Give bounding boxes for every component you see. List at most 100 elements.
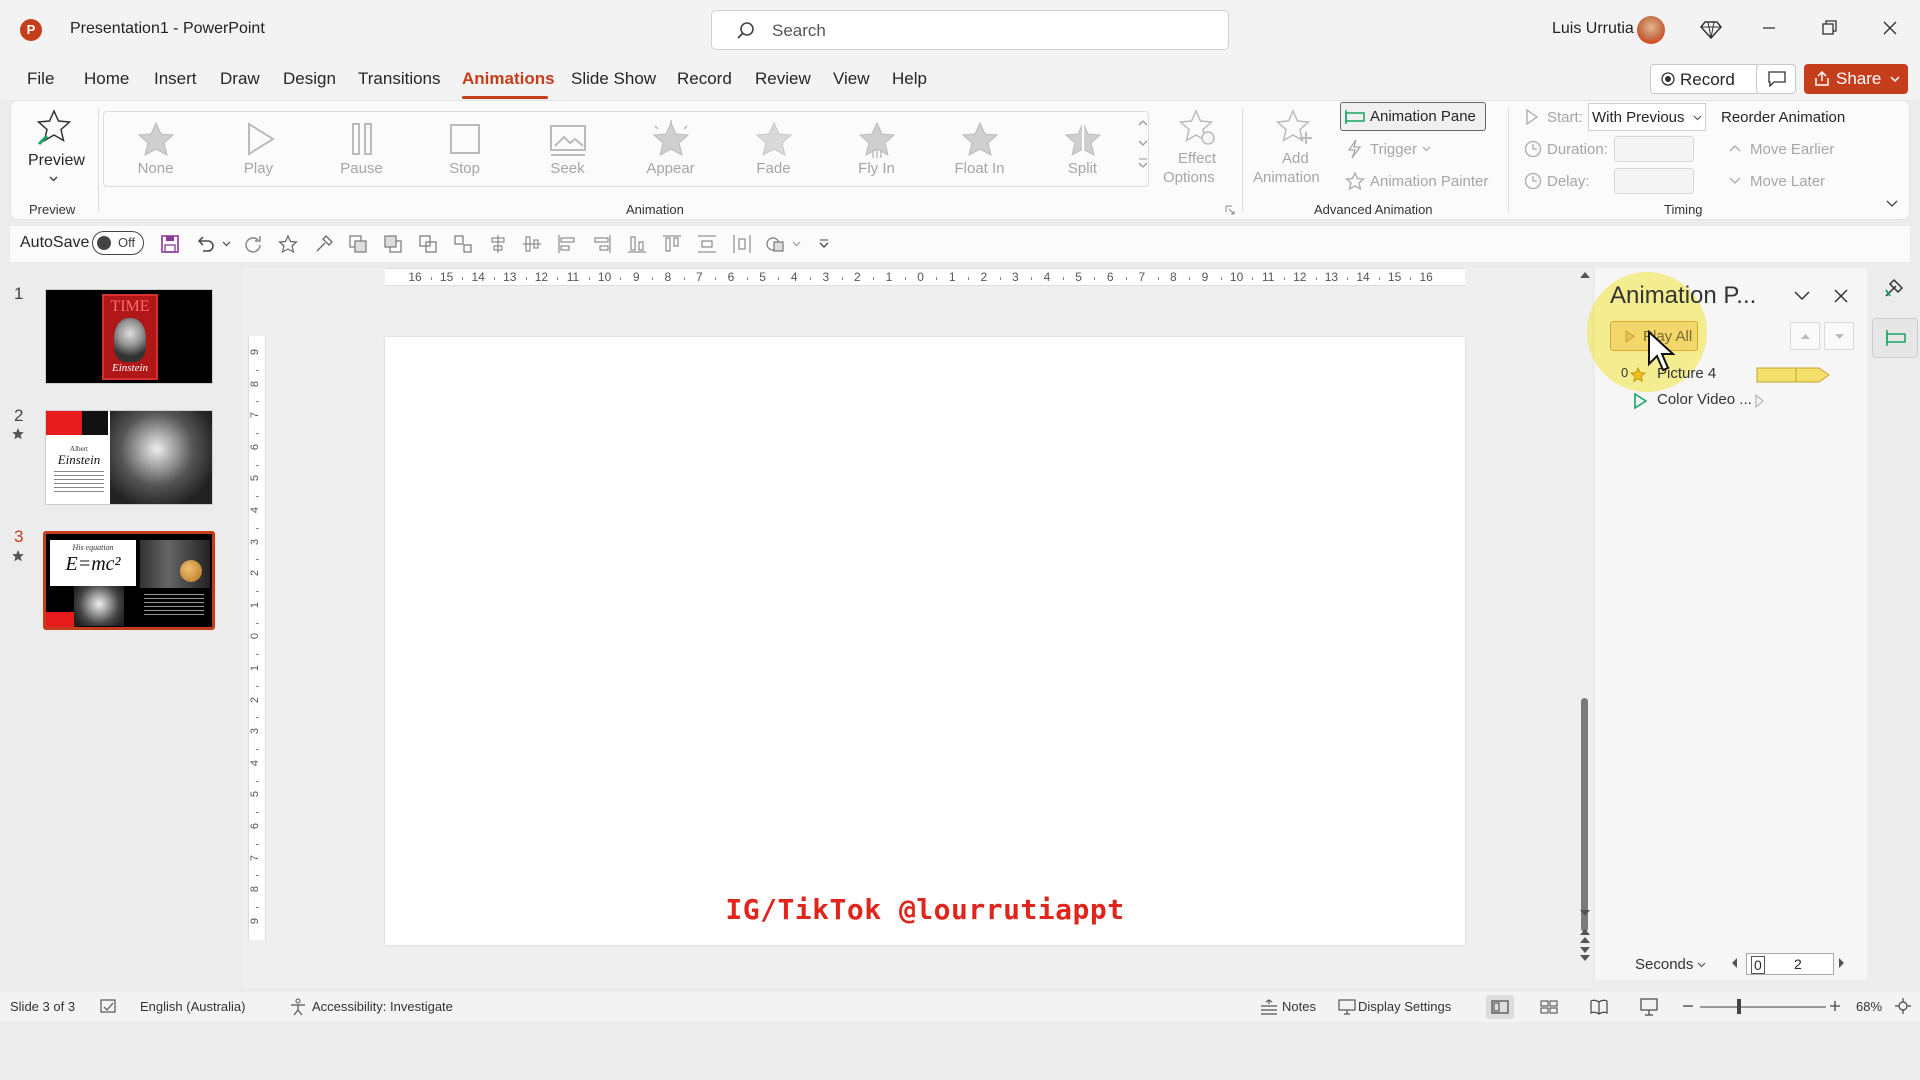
animation-item[interactable]: Color Video ... — [1612, 389, 1824, 413]
chevron-down-icon[interactable] — [222, 241, 231, 247]
zoom-in-icon[interactable] — [1829, 1000, 1841, 1012]
tab-view[interactable]: View — [833, 69, 870, 89]
start-dropdown[interactable]: With Previous — [1588, 103, 1706, 131]
tab-design[interactable]: Design — [283, 69, 336, 89]
display-settings-button[interactable]: Display Settings — [1358, 999, 1451, 1014]
save-icon[interactable] — [160, 234, 180, 254]
vertical-scrollbar[interactable] — [1578, 268, 1592, 968]
animation-fade[interactable]: Fade — [722, 112, 825, 188]
tab-home[interactable]: Home — [84, 69, 129, 89]
animation-split[interactable]: Split — [1031, 112, 1134, 188]
animation-pause[interactable]: Pause — [310, 112, 413, 188]
animation-none[interactable]: None — [104, 112, 207, 188]
tab-record[interactable]: Record — [677, 69, 732, 89]
share-button[interactable]: Share — [1804, 64, 1908, 94]
user-name[interactable]: Luis Urrutia — [1552, 20, 1634, 38]
move-up-button[interactable] — [1790, 322, 1820, 350]
animation-item[interactable]: 0 Picture 4 — [1612, 363, 1830, 387]
tab-review[interactable]: Review — [755, 69, 811, 89]
chevron-down-icon[interactable] — [792, 241, 801, 247]
animation-seek[interactable]: Seek — [516, 112, 619, 188]
duration-input[interactable] — [1614, 136, 1694, 162]
reading-view-icon[interactable] — [1590, 999, 1608, 1015]
comments-button[interactable] — [1756, 64, 1796, 94]
zoom-slider[interactable] — [1700, 1006, 1826, 1008]
slide-sorter-icon[interactable] — [1540, 1000, 1558, 1014]
customize-toolbar-icon[interactable] — [818, 238, 830, 250]
tab-file[interactable]: File — [27, 69, 54, 89]
record-button[interactable]: Record — [1650, 64, 1760, 94]
minimize-icon[interactable] — [1757, 16, 1781, 40]
diamond-icon[interactable] — [1699, 16, 1723, 40]
zoom-level[interactable]: 68% — [1856, 999, 1882, 1014]
fit-slide-icon[interactable] — [1894, 997, 1912, 1015]
trigger-button[interactable]: Trigger — [1370, 141, 1417, 158]
tab-transitions[interactable]: Transitions — [358, 69, 441, 89]
delay-input[interactable] — [1614, 168, 1694, 194]
add-animation-button[interactable]: Add Animation — [1250, 106, 1340, 190]
slide-thumbnail-1[interactable]: TIME Einstein — [45, 289, 213, 384]
zoom-out-icon[interactable] — [1682, 1000, 1694, 1012]
previous-slide-icon[interactable] — [1579, 928, 1591, 944]
animation-fly-in[interactable]: Fly In — [825, 112, 928, 188]
send-backward-icon[interactable] — [383, 234, 403, 254]
tab-draw[interactable]: Draw — [220, 69, 260, 89]
slide-thumbnail-2[interactable]: Albert Einstein — [45, 410, 213, 505]
normal-view-button[interactable] — [1486, 995, 1514, 1019]
close-icon[interactable] — [1834, 289, 1848, 303]
collapse-ribbon-icon[interactable] — [1886, 200, 1898, 208]
animation-float-in[interactable]: Float In — [928, 112, 1031, 188]
next-slide-icon[interactable] — [1579, 946, 1591, 962]
restore-icon[interactable] — [1817, 16, 1841, 40]
align-right-icon[interactable] — [592, 234, 612, 254]
star-icon[interactable] — [278, 234, 298, 254]
designer-icon[interactable] — [1882, 276, 1906, 300]
slideshow-icon[interactable] — [1640, 998, 1658, 1016]
ungroup-icon[interactable] — [453, 234, 473, 254]
scroll-thumb[interactable] — [1581, 698, 1588, 932]
zoom-slider-thumb[interactable] — [1737, 999, 1741, 1014]
align-bottom-icon[interactable] — [627, 234, 647, 254]
notes-button[interactable]: Notes — [1282, 999, 1316, 1014]
chevron-up-icon[interactable] — [1136, 113, 1150, 133]
move-earlier-button[interactable]: Move Earlier — [1750, 141, 1834, 158]
gallery-scroll[interactable] — [1136, 113, 1150, 185]
format-painter-icon[interactable] — [314, 234, 334, 254]
bring-forward-icon[interactable] — [348, 234, 368, 254]
scroll-down-icon[interactable] — [1579, 908, 1591, 918]
tab-slide-show[interactable]: Slide Show — [571, 69, 656, 89]
shapes-icon[interactable] — [765, 234, 785, 254]
seconds-dropdown[interactable]: Seconds — [1635, 956, 1693, 973]
align-middle-icon[interactable] — [522, 234, 542, 254]
animation-pane-toggle[interactable] — [1872, 318, 1918, 358]
group-icon[interactable] — [418, 234, 438, 254]
animation-play[interactable]: Play — [207, 112, 310, 188]
move-later-button[interactable]: Move Later — [1750, 173, 1825, 190]
move-down-button[interactable] — [1824, 322, 1854, 350]
avatar[interactable] — [1637, 16, 1665, 44]
effect-options-button[interactable]: Effect Options — [1158, 106, 1238, 190]
chevron-down-icon[interactable] — [1794, 291, 1810, 301]
language-indicator[interactable]: English (Australia) — [140, 999, 246, 1014]
animation-appear[interactable]: Appear — [619, 112, 722, 188]
redo-icon[interactable] — [243, 234, 263, 254]
undo-icon[interactable] — [195, 234, 215, 254]
search-box[interactable]: Search — [711, 10, 1229, 50]
tab-insert[interactable]: Insert — [154, 69, 197, 89]
dialog-launcher-icon[interactable] — [1225, 205, 1235, 215]
chevron-down-icon[interactable] — [1136, 133, 1150, 153]
distribute-horizontal-icon[interactable] — [732, 234, 752, 254]
accessibility-status[interactable]: Accessibility: Investigate — [312, 999, 453, 1014]
tab-help[interactable]: Help — [892, 69, 927, 89]
preview-button[interactable]: Preview — [22, 106, 85, 190]
timeline-right-icon[interactable] — [1838, 957, 1846, 969]
gallery-more-icon[interactable] — [1136, 153, 1150, 173]
align-center-icon[interactable] — [488, 234, 508, 254]
timeline-scale[interactable]: 0 2 — [1746, 953, 1834, 975]
scroll-up-icon[interactable] — [1579, 270, 1591, 280]
spellcheck-icon[interactable] — [100, 999, 118, 1015]
timeline-left-icon[interactable] — [1730, 957, 1738, 969]
tab-animations[interactable]: Animations — [462, 69, 555, 89]
animation-painter-button[interactable]: Animation Painter — [1370, 173, 1488, 190]
distribute-vertical-icon[interactable] — [697, 234, 717, 254]
